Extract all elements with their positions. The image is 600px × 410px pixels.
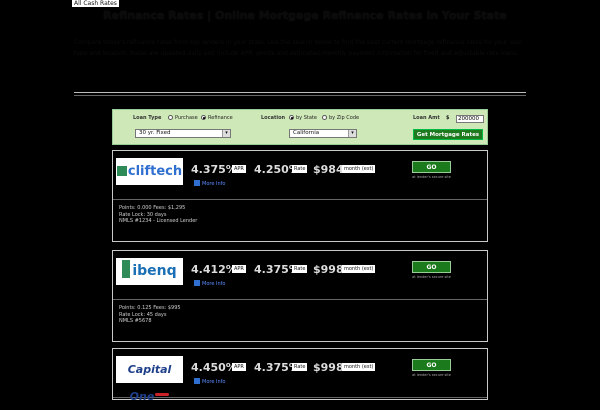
- info-icon: [194, 280, 200, 286]
- by-zip-label: by Zip Code: [329, 115, 360, 121]
- info-icon: [194, 180, 200, 186]
- state-value: California: [293, 130, 320, 136]
- purchase-label: Purchase: [175, 115, 198, 121]
- payment-value: $998: [313, 361, 344, 374]
- detail-line: NMLS #5678: [119, 318, 152, 324]
- go-subtext: at lender's secure site: [412, 175, 451, 179]
- loan-amount-input[interactable]: 200000: [456, 115, 484, 123]
- loan-product-select[interactable]: 30 yr. Fixed ▾: [135, 129, 231, 138]
- go-button[interactable]: GO: [412, 161, 451, 173]
- swoosh-icon: [155, 393, 170, 396]
- house-icon: [116, 166, 127, 176]
- more-info-label: More Info: [202, 379, 226, 385]
- payment-tag: month (est): [342, 165, 376, 173]
- more-info-link[interactable]: More Info: [194, 180, 225, 187]
- offer-summary: Capital One 4.450% APR 4.375% Rate $998 …: [113, 349, 487, 403]
- go-subtext: at lender's secure site: [412, 373, 451, 377]
- payment-tag: month (est): [342, 265, 376, 273]
- loan-product-value: 30 yr. Fixed: [139, 130, 171, 136]
- lender-offer-card: cliftech 4.375% APR 4.250% Rate $984 mon…: [112, 150, 488, 242]
- refinance-radio[interactable]: [201, 115, 206, 120]
- lender-offer-card: Capital One 4.450% APR 4.375% Rate $998 …: [112, 348, 488, 403]
- go-button[interactable]: GO: [412, 261, 451, 273]
- chevron-down-icon: ▾: [222, 130, 230, 137]
- loan-type-label: Loan Type: [133, 115, 162, 121]
- go-subtext: at lender's secure site: [412, 275, 451, 279]
- lender-offer-card: ibenq 4.412% APR 4.375% Rate $998 month …: [112, 250, 488, 342]
- lender-name: cliftech: [127, 164, 183, 179]
- apr-value: 4.450%: [191, 361, 237, 374]
- rate-tag: Rate: [292, 265, 308, 273]
- more-info-label: More Info: [202, 181, 226, 187]
- loan-amount-label: Loan Amt: [413, 115, 440, 121]
- refinance-label: Refinance: [208, 115, 233, 121]
- offer-details: Points: 0.125 Fees: $995 Rate Lock: 45 d…: [119, 305, 181, 325]
- breadcrumb[interactable]: All Cash Rates: [72, 0, 119, 7]
- state-select[interactable]: California ▾: [289, 129, 357, 138]
- more-info-link[interactable]: More Info: [194, 280, 225, 287]
- apr-tag: APR: [232, 165, 246, 173]
- detail-line: NMLS #1234 - Licensed Lender: [119, 218, 198, 224]
- lender-name: ibenq: [132, 263, 177, 279]
- rate-tag: Rate: [292, 165, 308, 173]
- offer-summary: ibenq 4.412% APR 4.375% Rate $998 month …: [113, 251, 487, 300]
- purchase-radio[interactable]: [168, 115, 173, 120]
- info-icon: [194, 378, 200, 384]
- lender-logo[interactable]: cliftech: [116, 158, 183, 185]
- offer-summary: cliftech 4.375% APR 4.250% Rate $984 mon…: [113, 151, 487, 200]
- get-mortgage-rates-button[interactable]: Get Mortgage Rates: [413, 129, 483, 140]
- location-label: Location: [261, 115, 286, 121]
- offer-details: Points: 0.000 Fees: $1,295 Rate Lock: 30…: [119, 205, 197, 225]
- by-state-radio[interactable]: [289, 115, 294, 120]
- apr-value: 4.412%: [191, 263, 237, 276]
- apr-value: 4.375%: [191, 163, 237, 176]
- currency-symbol: $: [446, 115, 450, 121]
- chevron-down-icon: ▾: [348, 130, 356, 137]
- more-info-link[interactable]: More Info: [194, 378, 225, 385]
- intro-text: Compare today's refinance rates from top…: [74, 39, 523, 57]
- rate-search-bar: Loan Type Purchase Refinance 30 yr. Fixe…: [112, 109, 488, 145]
- more-info-label: More Info: [202, 281, 226, 287]
- page-title: Refinance Rates | Online Mortgage Refina…: [103, 9, 507, 22]
- divider: [74, 92, 526, 93]
- apr-tag: APR: [232, 363, 246, 371]
- lender-logo[interactable]: ibenq: [116, 258, 183, 285]
- payment-tag: month (est): [342, 363, 376, 371]
- by-state-label: by State: [296, 115, 317, 121]
- go-button[interactable]: GO: [412, 359, 451, 371]
- apr-tag: APR: [232, 265, 246, 273]
- detail-line: Points: 0.125 Fees: $995: [119, 305, 181, 311]
- divider: [74, 95, 526, 96]
- rate-tag: Rate: [292, 363, 308, 371]
- payment-value: $984: [313, 163, 344, 176]
- payment-value: $998: [313, 263, 344, 276]
- logo-mark-icon: [122, 260, 131, 278]
- lender-name: Capital One: [127, 363, 172, 403]
- by-zip-radio[interactable]: [322, 115, 327, 120]
- lender-logo[interactable]: Capital One: [116, 356, 183, 403]
